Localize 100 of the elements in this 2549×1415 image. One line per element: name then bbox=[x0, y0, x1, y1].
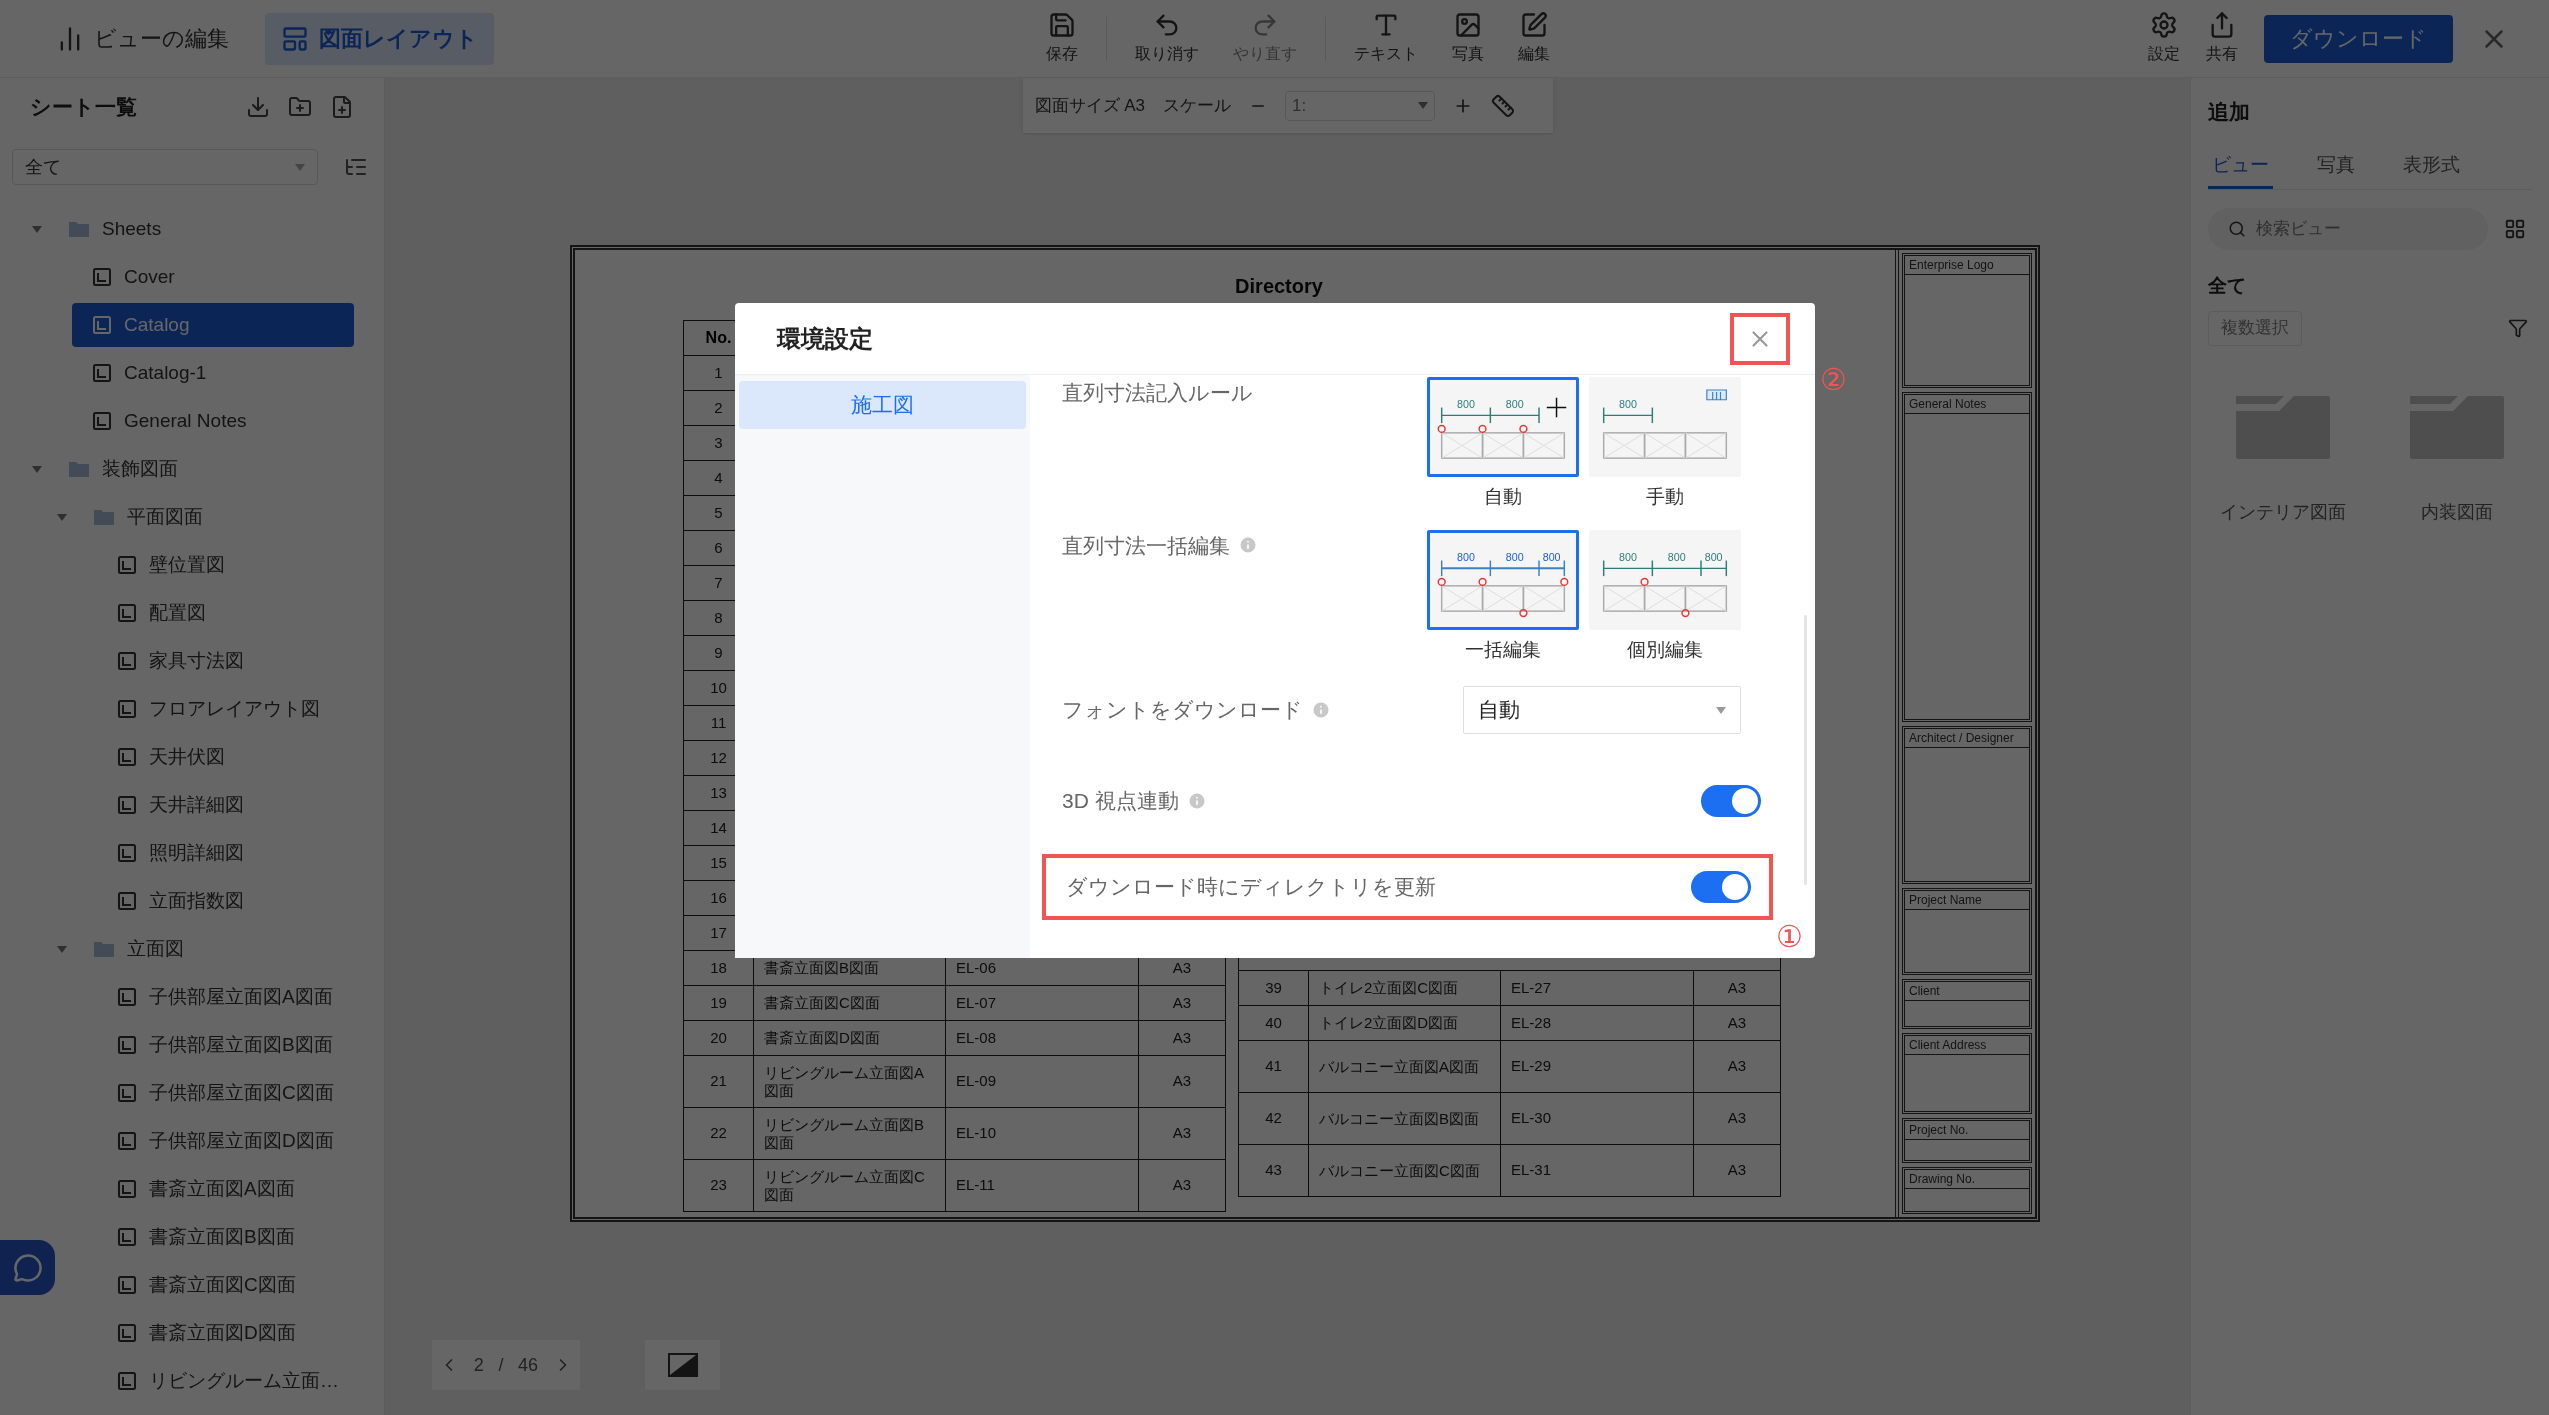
table-cell-text: 13 bbox=[710, 782, 727, 803]
sheet-item[interactable]: 照明詳細図 bbox=[97, 831, 354, 875]
layout-icon bbox=[281, 24, 309, 53]
sheet-item[interactable]: 書斎立面図A図面 bbox=[97, 1167, 354, 1211]
sheet-item[interactable]: Catalog-1 bbox=[72, 351, 354, 395]
sheet-item[interactable]: 書斎立面図C図面 bbox=[97, 1263, 354, 1307]
folder-item[interactable]: 平面図面 bbox=[53, 495, 354, 539]
image-button[interactable] bbox=[645, 1340, 720, 1390]
table-cell-text: 43 bbox=[1265, 1160, 1282, 1181]
table-cell-text: A3 bbox=[1727, 1160, 1747, 1181]
toolbar-button[interactable]: 取り消す bbox=[1129, 11, 1205, 66]
table-cell-text: 7 bbox=[714, 572, 723, 593]
sheet-item[interactable]: 天井詳細図 bbox=[97, 783, 354, 827]
sheet-item[interactable]: 配置図 bbox=[97, 591, 354, 635]
folder-item[interactable]: 立面図 bbox=[53, 927, 354, 971]
sheet-item[interactable]: 子供部屋立面図A図面 bbox=[97, 975, 354, 1019]
toggle-switch[interactable] bbox=[1691, 871, 1751, 903]
mode-tab[interactable]: ビューの編集 bbox=[40, 12, 245, 65]
folder-icon bbox=[93, 940, 115, 958]
table-cell-text: EL-08 bbox=[956, 1027, 997, 1048]
table-cell-text: A3 bbox=[1172, 1123, 1192, 1144]
option-card[interactable]: 800 800 800 bbox=[1427, 529, 1579, 630]
close-button[interactable] bbox=[1730, 313, 1790, 365]
table-cell-text: 6 bbox=[714, 537, 723, 558]
sheet-item[interactable]: 壁位置図 bbox=[97, 543, 354, 587]
table-cell-text: EL-11 bbox=[956, 1175, 995, 1196]
table-cell-text: 23 bbox=[710, 1175, 727, 1196]
dimension-label: 800 bbox=[1457, 550, 1475, 563]
sheet-item[interactable]: 立面指数図 bbox=[97, 879, 354, 923]
filter-icon[interactable] bbox=[2508, 318, 2528, 338]
toolbar-button[interactable]: テキスト bbox=[1348, 11, 1424, 66]
table-cell-text: 2 bbox=[714, 397, 723, 418]
sheet-item[interactable]: 子供部屋立面図B図面 bbox=[97, 1023, 354, 1067]
sheet-icon bbox=[117, 891, 137, 911]
title-block-field: Project No. bbox=[1902, 1118, 2032, 1164]
panel-tab[interactable]: ビュー bbox=[2208, 145, 2273, 189]
caret-icon bbox=[1418, 102, 1429, 109]
dimension-label: 800 bbox=[1619, 550, 1637, 563]
sheet-item[interactable]: Cover bbox=[72, 255, 354, 299]
sheet-item[interactable]: Catalog bbox=[72, 303, 354, 347]
table-cell-text: 1 bbox=[714, 362, 723, 383]
sheet-item[interactable]: 天井伏図 bbox=[97, 735, 354, 779]
sheet-item[interactable]: 書斎立面図D図面 bbox=[97, 1311, 354, 1355]
edit-icon bbox=[1520, 11, 1548, 39]
font-select[interactable]: 自動 bbox=[1463, 686, 1741, 734]
table-cell: バルコニー立面図A図面 bbox=[1319, 1057, 1479, 1076]
toolbar-button[interactable]: 編集 bbox=[1512, 11, 1556, 66]
sheet-icon bbox=[92, 363, 112, 383]
sheet-item[interactable]: General Notes bbox=[72, 399, 354, 443]
grid-icon[interactable] bbox=[2504, 218, 2526, 240]
setting-label: フォントをダウンロード bbox=[1062, 697, 1303, 724]
caret-icon bbox=[32, 465, 42, 473]
table-cell-text: A3 bbox=[1172, 957, 1192, 978]
table-cell: トイレ2立面図C図面 bbox=[1319, 979, 1459, 997]
table-cell-text: A3 bbox=[1172, 992, 1192, 1013]
info-icon bbox=[1186, 791, 1207, 811]
mode-tab[interactable]: 図面レイアウト bbox=[265, 12, 494, 65]
folder-card[interactable]: 内装図面 bbox=[2392, 395, 2522, 526]
toggle-switch[interactable] bbox=[1701, 785, 1761, 817]
option-label: 個別編集 bbox=[1627, 637, 1703, 662]
sheet-item[interactable]: 書斎立面図B図面 bbox=[97, 1215, 354, 1259]
table-cell-text: リビングルーム立面図A図面 bbox=[764, 1063, 925, 1100]
dimension-label: 800 bbox=[1704, 550, 1723, 563]
download-icon[interactable] bbox=[246, 94, 270, 119]
annotation-marker: ① bbox=[1776, 922, 1803, 952]
ruler-icon[interactable] bbox=[1491, 93, 1516, 118]
table-cell-text: EL-29 bbox=[1511, 1056, 1552, 1077]
option-card[interactable]: 800 800 800 bbox=[1589, 529, 1741, 630]
file-plus-icon[interactable] bbox=[330, 94, 354, 119]
table-cell-text: A3 bbox=[1727, 1012, 1747, 1033]
filter-select[interactable]: 全て bbox=[12, 149, 318, 185]
sheet-item[interactable]: フロアレイアウト図 bbox=[97, 687, 354, 731]
toolbar-button[interactable]: 写真 bbox=[1446, 11, 1490, 66]
folder-item[interactable]: Sheets bbox=[28, 207, 354, 251]
caret-icon bbox=[57, 513, 67, 521]
sheet-item[interactable]: 子供部屋立面図D図面 bbox=[97, 1119, 354, 1163]
sheet-item[interactable]: リビングルーム立面… bbox=[97, 1359, 354, 1403]
option-card[interactable]: 800 800 bbox=[1427, 377, 1579, 477]
table-cell-text: 39 bbox=[1265, 977, 1282, 998]
chat-icon[interactable] bbox=[12, 1252, 43, 1283]
dimension-label: 800 bbox=[1667, 550, 1686, 563]
folder-item[interactable]: 装飾図面 bbox=[28, 447, 354, 491]
sheet-icon bbox=[92, 315, 112, 335]
download-button[interactable]: ダウンロード bbox=[2264, 14, 2453, 63]
title-block-field: Client bbox=[1902, 978, 2032, 1029]
setting-label: 直列寸法記入ルール bbox=[1062, 380, 1253, 406]
option-card[interactable]: 800 bbox=[1589, 377, 1741, 477]
folder-card[interactable]: インテリア図面 bbox=[2218, 395, 2348, 526]
toolbar-button[interactable]: 共有 bbox=[2206, 11, 2238, 66]
folder-plus-icon[interactable] bbox=[288, 94, 312, 119]
sheet-item[interactable]: 子供部屋立面図C図面 bbox=[97, 1071, 354, 1115]
nav-item[interactable]: 施工図 bbox=[739, 381, 1026, 429]
caret-icon bbox=[32, 225, 42, 233]
sheet-item[interactable]: 家具寸法図 bbox=[97, 639, 354, 683]
toolbar-button[interactable]: 設定 bbox=[2148, 11, 2180, 66]
panel-tab[interactable]: 写真 bbox=[2313, 145, 2359, 189]
column-header: No. bbox=[705, 328, 732, 348]
panel-tab[interactable]: 表形式 bbox=[2399, 145, 2464, 189]
table-cell-text: 10 bbox=[710, 677, 727, 698]
toolbar-button[interactable]: 保存 bbox=[1040, 11, 1084, 66]
